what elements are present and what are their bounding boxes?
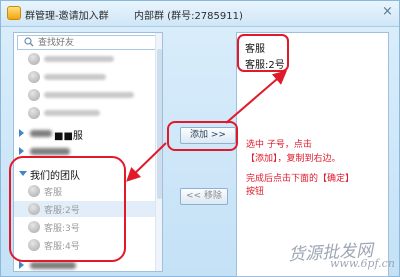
list-item[interactable] [14,69,156,85]
blurred-name [44,56,114,62]
list-item[interactable] [14,105,156,121]
window-title: 群管理-邀请加入群 [25,11,109,22]
list-item[interactable] [14,87,156,103]
instruction-text: 完成后点击下面的【确定】 [246,174,355,184]
blurred-group-name [30,148,70,155]
search-icon [24,37,34,47]
scroll-thumb[interactable] [157,49,162,199]
expand-arrow-icon[interactable] [19,261,24,269]
blurred-group-name [30,130,52,137]
instruction-text: 按钮 [246,187,265,197]
instruction-text: 选中 子号，点击 [246,140,312,150]
annotation-box-add [167,121,238,151]
avatar [28,71,40,83]
group-label: ■■服 [54,131,83,142]
scrollbar[interactable] [155,33,162,271]
title-bar: 群管理-邀请加入群 内部群 (群号:2785911) × [1,1,399,27]
group-row[interactable]: ■■服 [14,125,156,142]
watermark-url: www.6pf.cn [330,257,395,270]
blurred-name [44,74,106,80]
group-icon [7,6,21,20]
annotation-box-members [9,156,126,262]
annotation-box-selected [237,34,289,72]
blurred-name [44,110,100,116]
list-item[interactable] [14,51,156,67]
avatar [28,89,40,101]
expand-arrow-icon[interactable] [19,129,24,137]
dialog-window: 群管理-邀请加入群 内部群 (群号:2785911) × 查找好友 ■■服 我们… [0,0,400,277]
expand-arrow-icon[interactable] [19,147,24,155]
search-input[interactable] [38,37,156,49]
window-subtitle: 内部群 (群号:2785911) [134,11,243,22]
instruction-text: 【添加】，复制到右边。 [246,154,341,164]
avatar [28,53,40,65]
blurred-group-name [30,262,76,269]
blurred-name [44,92,134,98]
avatar [28,107,40,119]
search-box[interactable] [17,35,159,50]
remove-button[interactable]: << 移除 [180,188,228,205]
close-button[interactable]: × [380,5,395,20]
